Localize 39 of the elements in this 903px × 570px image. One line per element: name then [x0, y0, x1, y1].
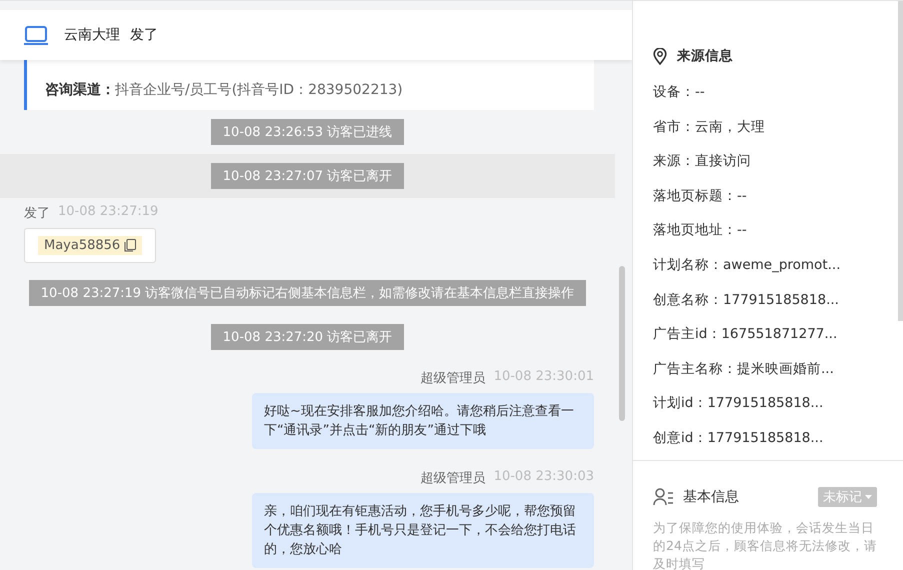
message-bubble: 亲，咱们现在有钜惠活动，您手机号多少呢，帮您预留个优惠名额哦！手机号只是登记一下，不会给您打电话的，您放心哈: [252, 493, 594, 568]
wechat-id: Maya58856: [44, 238, 120, 253]
source-field: 创意id：177915185818...: [653, 420, 883, 456]
message-time: 10-08 23:27:19: [58, 204, 158, 221]
source-field: 落地页地址：--: [653, 213, 883, 248]
laptop-icon: [24, 26, 48, 44]
source-field: 来源：直接访问: [653, 144, 883, 179]
info-value: 抖音企业号/员工号(抖音号ID：2839502213): [115, 82, 403, 98]
copy-icon[interactable]: [124, 239, 136, 252]
source-field: 创意名称：177915185818...: [653, 282, 883, 318]
source-field: 计划id：177915185818...: [653, 386, 883, 421]
source-field: 广告主id：167551871277...: [653, 317, 883, 352]
scrollbar[interactable]: [898, 1, 903, 321]
source-field: 广告主名称：提米映画婚前...: [653, 352, 883, 386]
system-message: 10-08 23:26:53 访客已进线: [210, 119, 404, 145]
system-message: 10-08 23:27:19 访客微信号已自动标记右侧基本信息栏，如需修改请在基本信息栏直接操作: [28, 280, 586, 306]
info-label: 咨询渠道：: [45, 82, 115, 98]
location-pin-icon: [653, 48, 667, 64]
visitor-name: 发了: [24, 205, 50, 222]
system-message: 10-08 23:27:07 访客已离开: [210, 163, 404, 189]
user-list-icon: [653, 488, 675, 506]
message-bubble: 好哒~现在安排客服加您介绍哈。请您稍后注意查看一下“通讯录”并点击“新的朋友”通过下哦: [252, 393, 594, 449]
message-time: 10-08 23:30:01: [494, 369, 594, 386]
notice-text: 为了保障您的使用体验，会话发生当日的24点之后，顾客信息将无法修改，请及时填写: [653, 518, 878, 570]
source-field: 落地页标题：--: [653, 178, 883, 214]
section-title: 基本信息: [683, 488, 740, 506]
source-field: 设备：--: [653, 75, 883, 110]
section-title: 来源信息: [677, 47, 733, 65]
header-title: 发了: [130, 26, 158, 44]
wechat-id-tag[interactable]: Maya58856: [38, 236, 142, 255]
source-field: 省市：云南，大理: [653, 110, 883, 144]
header-title: 云南大理: [64, 26, 120, 44]
system-message: 10-08 23:27:20 访客已离开: [210, 324, 404, 350]
agent-name: 超级管理员: [420, 470, 486, 487]
agent-name: 超级管理员: [420, 370, 486, 387]
caret-icon: [865, 494, 872, 499]
scrollbar[interactable]: [619, 266, 625, 421]
source-field: 计划名称：aweme_promot...: [653, 248, 883, 283]
message-time: 10-08 23:30:03: [494, 469, 594, 486]
